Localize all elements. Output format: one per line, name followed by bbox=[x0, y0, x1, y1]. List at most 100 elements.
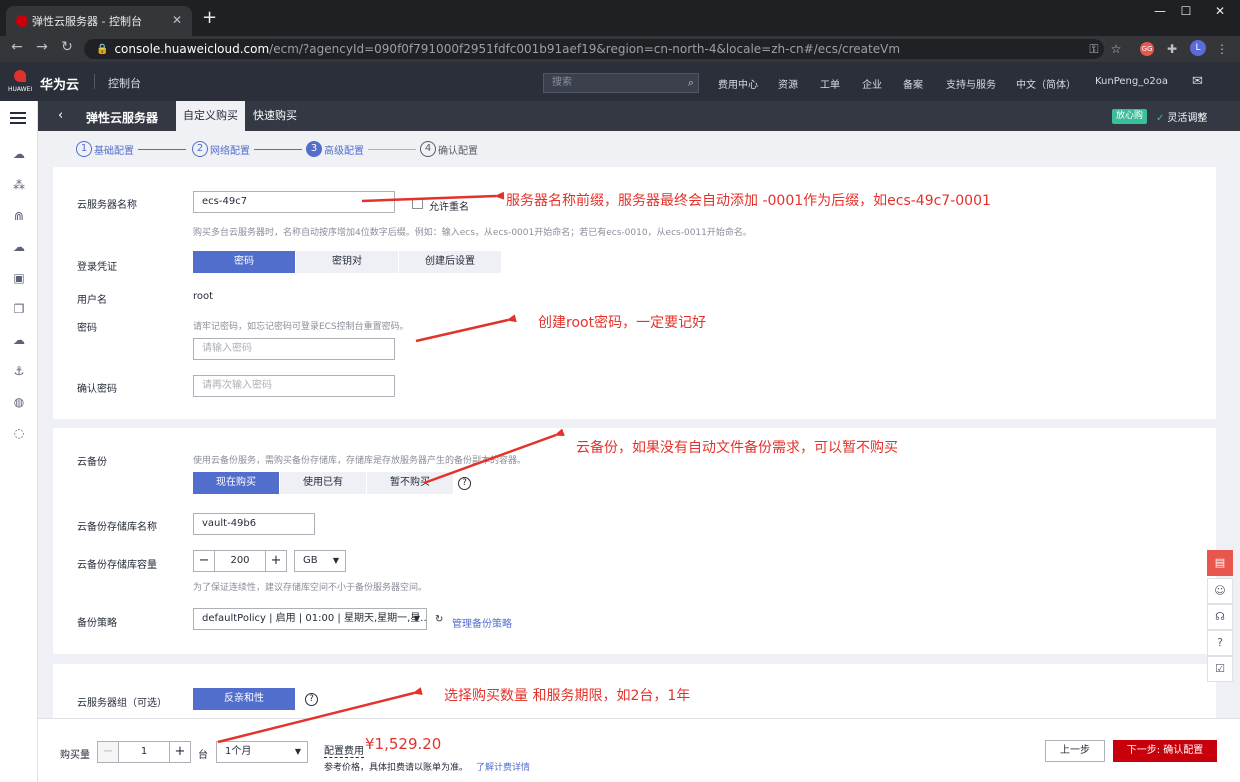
nav-resources[interactable]: 资源 bbox=[778, 76, 798, 91]
document-icon[interactable]: ❐ bbox=[11, 301, 27, 317]
menu-dots-icon[interactable]: ⋮ bbox=[1214, 41, 1230, 57]
nav-enterprise[interactable]: 企业 bbox=[862, 76, 882, 91]
confirm-password-label: 确认密码 bbox=[77, 384, 117, 395]
browser-toolbar: ← → ↻ 🔒 console.huaweicloud.com/ecm/?age… bbox=[0, 36, 1240, 62]
huawei-logo-icon[interactable]: HUAWEI bbox=[8, 68, 32, 94]
quantity-increment-button[interactable]: + bbox=[169, 741, 191, 763]
help-icon[interactable]: ? bbox=[1207, 630, 1233, 656]
reload-icon[interactable]: ↻ bbox=[58, 39, 76, 55]
manage-policy-link[interactable]: 管理备份策略 bbox=[452, 615, 512, 630]
capacity-value[interactable]: 200 bbox=[215, 550, 265, 572]
bridge-icon[interactable]: ⋒ bbox=[11, 208, 27, 224]
cluster-icon[interactable]: ⁂ bbox=[11, 177, 27, 193]
previous-step-button[interactable]: 上一步 bbox=[1045, 740, 1105, 762]
step-advanced[interactable]: 3 高级配置 bbox=[306, 141, 364, 157]
backup-use-existing-option[interactable]: 使用已有 bbox=[280, 472, 366, 494]
nav-language[interactable]: 中文（简体） bbox=[1016, 76, 1076, 91]
quantity-unit: 台 bbox=[198, 750, 208, 761]
extension-badge-icon[interactable]: GG bbox=[1140, 42, 1154, 56]
login-keypair-option[interactable]: 密钥对 bbox=[296, 251, 398, 273]
peace-of-mind-badge[interactable]: 放心购 bbox=[1112, 109, 1148, 124]
smiley-icon[interactable]: ☺ bbox=[1207, 578, 1233, 604]
forward-arrow-icon[interactable]: → bbox=[33, 39, 51, 55]
checklist-icon[interactable]: ☑ bbox=[1207, 656, 1233, 682]
profile-avatar[interactable]: L bbox=[1190, 40, 1206, 56]
tab-custom-purchase[interactable]: 自定义购买 bbox=[176, 101, 245, 131]
confirm-password-input[interactable]: 请再次输入密码 bbox=[193, 375, 395, 397]
backup-skip-option[interactable]: 暂不购买 bbox=[367, 472, 453, 494]
capacity-unit-select[interactable]: GB ▼ bbox=[294, 550, 346, 572]
globe-icon[interactable]: ◍ bbox=[11, 394, 27, 410]
help-question-icon[interactable]: ? bbox=[305, 693, 318, 706]
anti-affinity-button[interactable]: 反亲和性 bbox=[193, 688, 295, 710]
headset-icon[interactable]: ☊ bbox=[1207, 604, 1233, 630]
address-bar[interactable]: 🔒 console.huaweicloud.com/ecm/?agencyId=… bbox=[84, 39, 1104, 59]
duration-select[interactable]: 1个月 ▼ bbox=[216, 741, 308, 763]
back-chevron-icon[interactable]: ‹ bbox=[58, 108, 63, 123]
nav-filing[interactable]: 备案 bbox=[903, 76, 923, 91]
name-hint: 购买多台云服务器时，名称自动按序增加4位数字后缀。例如：输入ecs，从ecs-0… bbox=[193, 228, 752, 238]
backup-policy-label: 备份策略 bbox=[77, 618, 117, 629]
allow-duplicate-checkbox[interactable] bbox=[412, 198, 423, 209]
pricing-details-link[interactable]: 了解计费详情 bbox=[476, 760, 530, 773]
password-input[interactable]: 请输入密码 bbox=[193, 338, 395, 360]
nav-billing[interactable]: 费用中心 bbox=[718, 76, 758, 91]
login-password-option[interactable]: 密码 bbox=[193, 251, 295, 273]
refresh-icon[interactable]: ↻ bbox=[435, 614, 443, 625]
capacity-unit: GB bbox=[303, 555, 318, 566]
step-connector bbox=[368, 149, 416, 150]
window-maximize-icon[interactable]: ☐ bbox=[1176, 4, 1196, 18]
config-fee-label[interactable]: 配置费用 bbox=[324, 742, 364, 758]
vault-name-input[interactable]: vault-49b6 bbox=[193, 513, 315, 535]
step-basic[interactable]: 1 基础配置 bbox=[76, 141, 134, 157]
star-icon[interactable]: ☆ bbox=[1108, 41, 1124, 57]
browser-tab[interactable]: 弹性云服务器 - 控制台 ✕ bbox=[6, 6, 192, 36]
tab-quick-purchase[interactable]: 快速购买 bbox=[246, 101, 304, 131]
capacity-increment-button[interactable]: + bbox=[265, 550, 287, 572]
nav-support[interactable]: 支持与服务 bbox=[946, 76, 996, 91]
anchor-icon[interactable]: ⚓ bbox=[11, 363, 27, 379]
cloud-backup-label: 云备份 bbox=[77, 457, 107, 468]
cloud-icon[interactable]: ☁ bbox=[11, 146, 27, 162]
next-step-button[interactable]: 下一步: 确认配置 bbox=[1113, 740, 1217, 762]
nav-tickets[interactable]: 工单 bbox=[820, 76, 840, 91]
lock-icon: 🔒 bbox=[96, 43, 109, 55]
step-network[interactable]: 2 网络配置 bbox=[192, 141, 250, 157]
purchase-bottom-bar: 购买量 − 1 + 台 1个月 ▼ 配置费用 ¥1,529.20 参考价格，具体扣… bbox=[38, 718, 1240, 782]
hamburger-menu-icon[interactable] bbox=[10, 112, 26, 124]
annotation-password: 创建root密码，一定要记好 bbox=[538, 315, 707, 331]
tab-title: 弹性云服务器 - 控制台 bbox=[32, 15, 142, 28]
chat-icon[interactable]: ◌ bbox=[11, 425, 27, 441]
server-name-label: 云服务器名称 bbox=[77, 200, 137, 211]
search-icon[interactable]: ⌕ bbox=[688, 74, 694, 92]
window-minimize-icon[interactable]: — bbox=[1150, 4, 1170, 18]
mail-icon[interactable]: ✉ bbox=[1192, 74, 1203, 89]
help-question-icon[interactable]: ? bbox=[458, 477, 471, 490]
console-link[interactable]: 控制台 bbox=[108, 75, 141, 91]
quantity-input[interactable]: 1 bbox=[119, 741, 169, 763]
capacity-decrement-button[interactable]: − bbox=[193, 550, 215, 572]
back-arrow-icon[interactable]: ← bbox=[8, 39, 26, 55]
annotation-name: 服务器名称前缀，服务器最终会自动添加 -0001作为后缀，如ecs-49c7-0… bbox=[506, 193, 991, 209]
puzzle-icon[interactable]: ✚ bbox=[1164, 41, 1180, 57]
flex-adjust-link[interactable]: ✓ 灵活调整 bbox=[1156, 109, 1207, 124]
brand-name[interactable]: 华为云 bbox=[40, 74, 79, 93]
feedback-icon[interactable]: ▤ bbox=[1207, 550, 1233, 576]
new-tab-icon[interactable]: + bbox=[202, 8, 217, 28]
cloud-sync-icon[interactable]: ☁ bbox=[11, 332, 27, 348]
key-icon[interactable]: ⚿ bbox=[1086, 41, 1102, 57]
search-input[interactable]: 搜索 ⌕ bbox=[543, 73, 699, 93]
annotation-quantity: 选择购买数量 和服务期限，如2台，1年 bbox=[444, 688, 691, 704]
nav-user[interactable]: KunPeng_o2oa bbox=[1095, 76, 1168, 87]
server-icon[interactable]: ▣ bbox=[11, 270, 27, 286]
close-tab-icon[interactable]: ✕ bbox=[172, 13, 182, 27]
backup-buy-now-option[interactable]: 现在购买 bbox=[193, 472, 279, 494]
step-number: 3 bbox=[306, 141, 322, 157]
url-path: /ecm/?agencyId=090f0f791000f2951fdfc001b… bbox=[269, 42, 901, 56]
login-later-option[interactable]: 创建后设置 bbox=[399, 251, 501, 273]
window-close-icon[interactable]: ✕ bbox=[1210, 4, 1230, 18]
server-name-input[interactable]: ecs-49c7 bbox=[193, 191, 395, 213]
backup-policy-select[interactable]: defaultPolicy | 启用 | 01:00 | 星期天,星期一,星..… bbox=[193, 608, 427, 630]
cloud-storage-icon[interactable]: ☁ bbox=[11, 239, 27, 255]
quantity-decrement-button[interactable]: − bbox=[97, 741, 119, 763]
